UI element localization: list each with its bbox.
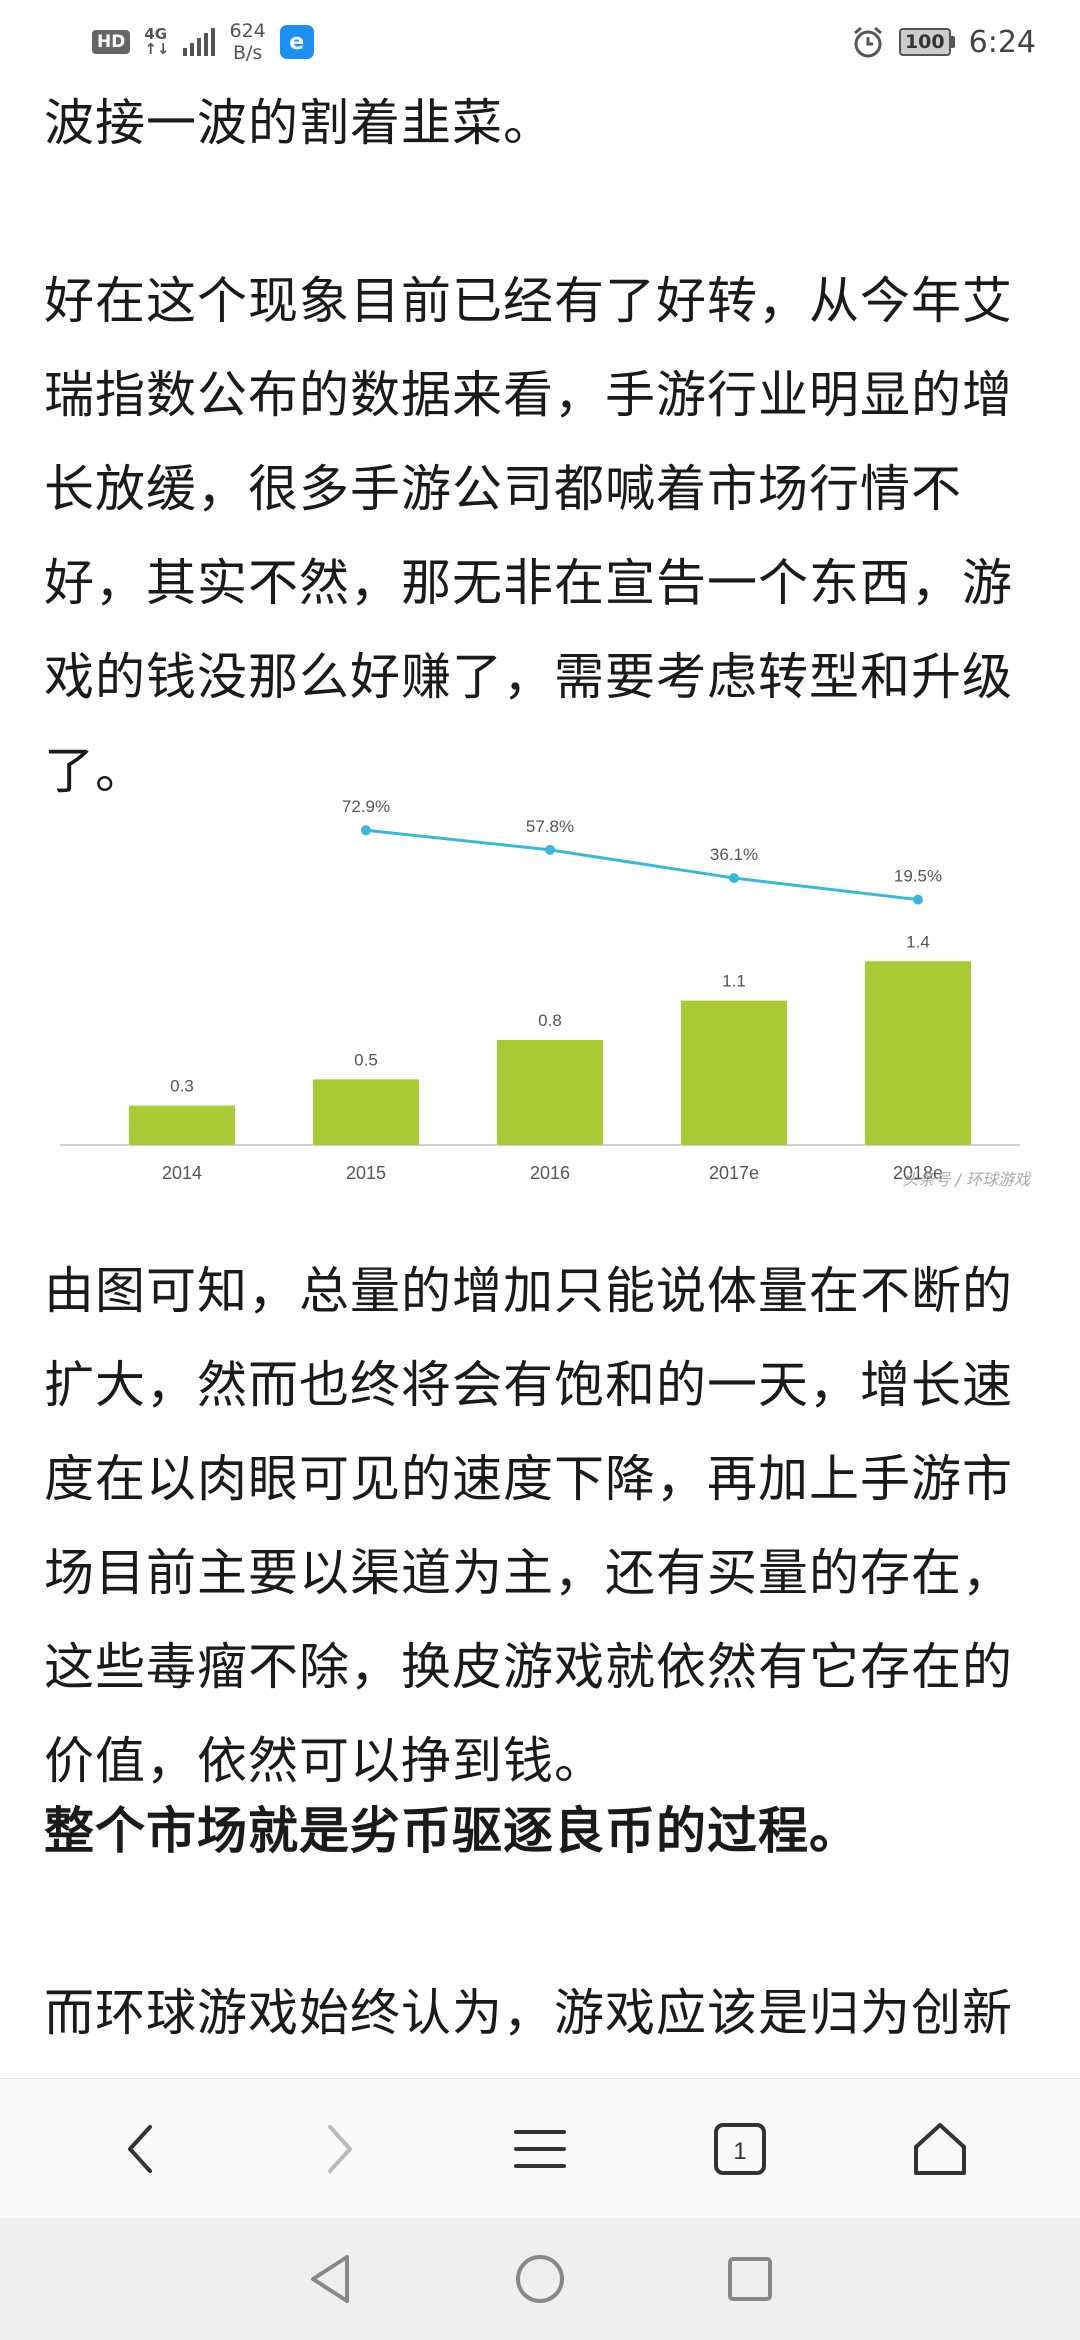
chart-bar bbox=[313, 1079, 419, 1145]
tabs-count: 1 bbox=[733, 2138, 746, 2165]
status-right: 100 6:24 bbox=[851, 25, 1036, 60]
growth-rate-label: 19.5% bbox=[894, 867, 942, 886]
speed-value: 624 bbox=[229, 20, 266, 42]
chart-bar bbox=[865, 961, 971, 1145]
menu-button[interactable] bbox=[490, 2099, 590, 2199]
x-tick-label: 2014 bbox=[162, 1163, 202, 1183]
alarm-icon bbox=[853, 26, 882, 58]
growth-rate-label: 36.1% bbox=[710, 845, 758, 864]
growth-rate-label: 72.9% bbox=[342, 797, 390, 816]
home-button[interactable] bbox=[890, 2099, 990, 2199]
browser-app-icon: e bbox=[279, 25, 314, 59]
signal-icon bbox=[183, 28, 216, 56]
battery-level: 100 bbox=[898, 28, 951, 56]
chart-watermark: 头条号 / 环球游戏 bbox=[902, 1170, 1032, 1189]
home-icon bbox=[914, 2122, 966, 2175]
growth-rate-point bbox=[545, 844, 555, 855]
article-paragraph-1: 波接一波的割着韭菜。 bbox=[44, 94, 554, 152]
back-button[interactable] bbox=[90, 2099, 190, 2199]
x-tick-label: 2017e bbox=[709, 1163, 759, 1183]
tabs-button[interactable]: 1 bbox=[690, 2099, 790, 2199]
bar-value-label: 1.1 bbox=[722, 972, 746, 991]
nav-home-button[interactable] bbox=[505, 2244, 575, 2314]
triangle-back-icon bbox=[311, 2255, 349, 2303]
circle-home-icon bbox=[516, 2255, 564, 2303]
clock: 6:24 bbox=[968, 24, 1036, 60]
chart-bar bbox=[497, 1040, 603, 1145]
bar-value-label: 1.4 bbox=[906, 932, 930, 951]
chart-bar bbox=[129, 1105, 235, 1145]
status-bar: HD 4G ↑↓ 624 B/s e 100 6:24 bbox=[0, 0, 1080, 84]
chevron-left-icon bbox=[128, 2124, 152, 2173]
network-speed: 624 B/s bbox=[229, 20, 265, 64]
square-recents-icon bbox=[728, 2257, 772, 2301]
network-activity: ↑↓ bbox=[144, 40, 170, 58]
bar-value-label: 0.5 bbox=[354, 1050, 378, 1069]
network-indicator: 4G ↑↓ bbox=[144, 27, 169, 57]
browser-toolbar: 1 bbox=[0, 2078, 1080, 2218]
growth-rate-label: 57.8% bbox=[526, 817, 574, 836]
chart-bar bbox=[681, 1000, 787, 1145]
menu-icon bbox=[514, 2129, 566, 2168]
growth-rate-point bbox=[361, 825, 371, 836]
system-nav-bar bbox=[0, 2218, 1080, 2340]
status-left: HD 4G ↑↓ 624 B/s e bbox=[92, 20, 314, 64]
growth-rate-point bbox=[913, 894, 923, 905]
x-tick-label: 2015 bbox=[346, 1163, 386, 1183]
growth-rate-line bbox=[365, 828, 919, 902]
article-paragraph-3: 由图可知，总量的增加只能说体量在不断的扩大，然而也终将会有饱和的一天，增长速度在… bbox=[44, 1262, 1013, 1790]
bar-value-label: 0.8 bbox=[538, 1011, 562, 1030]
hd-badge: HD bbox=[92, 30, 131, 54]
nav-back-button[interactable] bbox=[295, 2244, 365, 2314]
forward-button[interactable] bbox=[290, 2099, 390, 2199]
x-tick-label: 2016 bbox=[530, 1163, 570, 1183]
speed-unit: B/s bbox=[232, 42, 263, 64]
article-paragraph-2: 好在这个现象目前已经有了好转，从今年艾瑞指数公布的数据来看，手游行业明显的增长放… bbox=[44, 272, 1013, 800]
growth-rate-point bbox=[729, 873, 739, 884]
chevron-right-icon bbox=[328, 2124, 352, 2173]
nav-recents-button[interactable] bbox=[715, 2244, 785, 2314]
growth-chart: 0.320140.520150.820161.12017e1.42018e72.… bbox=[60, 797, 1032, 1189]
article-paragraph-bold: 整个市场就是劣币驱逐良币的过程。 bbox=[44, 1802, 860, 1860]
battery-icon: 100 bbox=[898, 28, 955, 56]
bar-value-label: 0.3 bbox=[170, 1077, 194, 1096]
tabs-icon: 1 bbox=[714, 2122, 766, 2175]
